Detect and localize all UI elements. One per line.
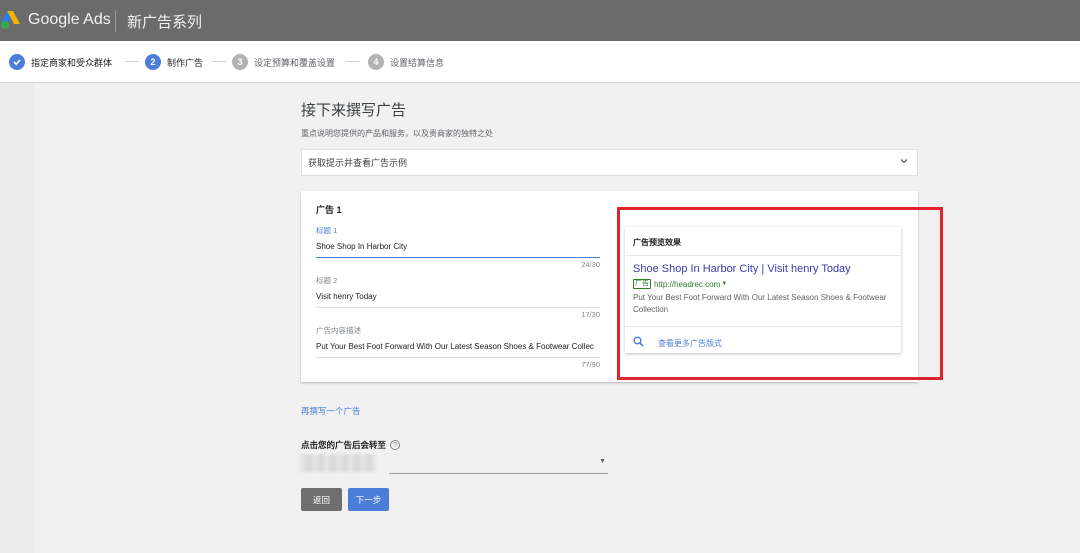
description-count: 77/90: [581, 360, 600, 369]
help-icon[interactable]: ?: [390, 440, 401, 450]
write-another-ad-link[interactable]: 再撰写一个广告: [301, 405, 361, 417]
step-connector: [346, 61, 360, 62]
headline2-field[interactable]: 标题 2 Visit henry Today 17/30: [316, 275, 600, 319]
tips-label: 获取提示并查看广告示例: [308, 158, 408, 168]
progress-stepper: 指定商家和受众群体 2 制作广告 3 设定预算和覆盖设置 4 设置结算信息: [0, 41, 1080, 83]
step-4-number: 4: [368, 54, 384, 70]
step-4-label: 设置结算信息: [390, 57, 445, 68]
headline1-label: 标题 1: [316, 226, 338, 235]
headline1-input[interactable]: Shoe Shop In Harbor City: [316, 242, 600, 254]
highlight-annotation-frame: [617, 207, 943, 380]
step-3-number: 3: [232, 54, 248, 70]
step-3[interactable]: 3 设定预算和覆盖设置: [232, 53, 335, 71]
final-url-select[interactable]: ▼: [389, 454, 608, 474]
next-button[interactable]: 下一步: [348, 488, 389, 511]
step-1[interactable]: 指定商家和受众群体: [9, 53, 112, 71]
step-4[interactable]: 4 设置结算信息: [368, 53, 444, 71]
headline2-label: 标题 2: [316, 276, 338, 285]
headline1-underline: [316, 257, 600, 258]
blurred-url-prefix: [300, 454, 376, 472]
dropdown-arrow-icon: ▼: [599, 458, 606, 465]
step-2-label: 制作广告: [167, 57, 204, 68]
description-input[interactable]: Put Your Best Foot Forward With Our Late…: [316, 342, 600, 354]
header-divider: [115, 10, 116, 32]
left-gutter: [0, 84, 34, 553]
brand-name: Google Ads: [28, 11, 111, 28]
headline2-count: 17/30: [581, 310, 600, 319]
chevron-down-icon: [899, 156, 909, 169]
description-underline: [316, 357, 600, 358]
step-2-number: 2: [145, 54, 161, 70]
headline2-underline: [316, 307, 600, 308]
campaign-title: 新广告系列: [127, 14, 203, 31]
page-title: 接下来撰写广告: [301, 102, 407, 119]
page-subtitle: 重点说明您提供的产品和服务，以及贵商家的独特之处: [301, 129, 493, 138]
final-url-label: 点击您的广告后会转至 ?: [301, 439, 401, 451]
top-bar: Google Ads 新广告系列: [0, 0, 1080, 41]
ad-title: 广告 1: [316, 205, 342, 215]
google-ads-logo-icon: [1, 11, 20, 29]
step-connector: [125, 61, 139, 62]
headline2-input[interactable]: Visit henry Today: [316, 292, 600, 304]
checkmark-icon: [9, 54, 25, 70]
description-label: 广告内容描述: [316, 326, 361, 335]
final-url-label-text: 点击您的广告后会转至: [301, 440, 387, 450]
headline1-count: 24/30: [581, 260, 600, 269]
step-connector: [212, 61, 226, 62]
back-button[interactable]: 返回: [301, 488, 342, 511]
tips-expander[interactable]: 获取提示并查看广告示例: [301, 149, 918, 176]
description-field[interactable]: 广告内容描述 Put Your Best Foot Forward With O…: [316, 325, 600, 369]
step-2[interactable]: 2 制作广告: [145, 53, 203, 71]
headline1-field[interactable]: 标题 1 Shoe Shop In Harbor City 24/30: [316, 225, 600, 269]
step-3-label: 设定预算和覆盖设置: [254, 57, 336, 68]
step-1-label: 指定商家和受众群体: [31, 57, 113, 68]
